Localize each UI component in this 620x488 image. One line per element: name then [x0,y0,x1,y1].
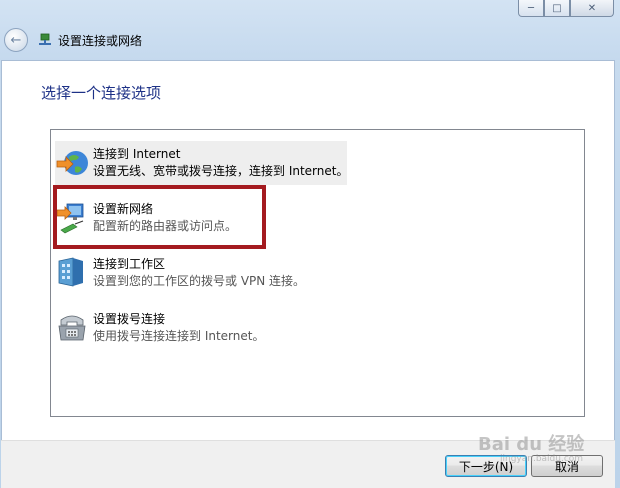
navigation-bar: ← 设置连接或网络 [4,28,142,52]
option-connect-internet[interactable]: 连接到 Internet 设置无线、宽带或拨号连接，连接到 Internet。 [55,141,349,185]
option-dialup[interactable]: 设置拨号连接 使用拨号连接连接到 Internet。 [55,306,345,350]
option-title: 设置拨号连接 [93,312,166,326]
option-title: 连接到 Internet [93,147,181,161]
annotation-highlight-box [53,185,266,249]
watermark-text: Bai du 经验 [478,434,585,455]
option-description: 设置无线、宽带或拨号连接，连接到 Internet。 [93,164,349,178]
dialup-icon [58,315,86,341]
option-description: 使用拨号连接连接到 Internet。 [93,329,265,343]
maximize-button[interactable]: □ [544,0,570,17]
workplace-icon [58,257,83,287]
back-button[interactable]: ← [4,28,28,52]
globe-icon [56,151,88,175]
watermark-subtext: jingyan.baidu.com [500,454,584,464]
content-pane: 选择一个连接选项 连接到 Internet 设置无线、宽带或拨号连接，连接到 I… [1,60,615,440]
option-title: 连接到工作区 [93,257,166,271]
page-title: 选择一个连接选项 [41,84,162,102]
network-icon [39,33,51,45]
minimize-button[interactable]: ─ [518,0,544,17]
connection-options-list: 连接到 Internet 设置无线、宽带或拨号连接，连接到 Internet。 … [50,129,585,417]
window-controls: ─ □ ✕ [518,0,614,17]
option-description: 设置到您的工作区的拨号或 VPN 连接。 [93,274,306,288]
close-button[interactable]: ✕ [570,0,614,17]
option-connect-workplace[interactable]: 连接到工作区 设置到您的工作区的拨号或 VPN 连接。 [55,251,345,295]
baidu-watermark: Bai du 经验 jingyan.baidu.com [478,430,585,464]
back-arrow-icon: ← [10,32,22,48]
window-title: 设置连接或网络 [58,33,143,48]
